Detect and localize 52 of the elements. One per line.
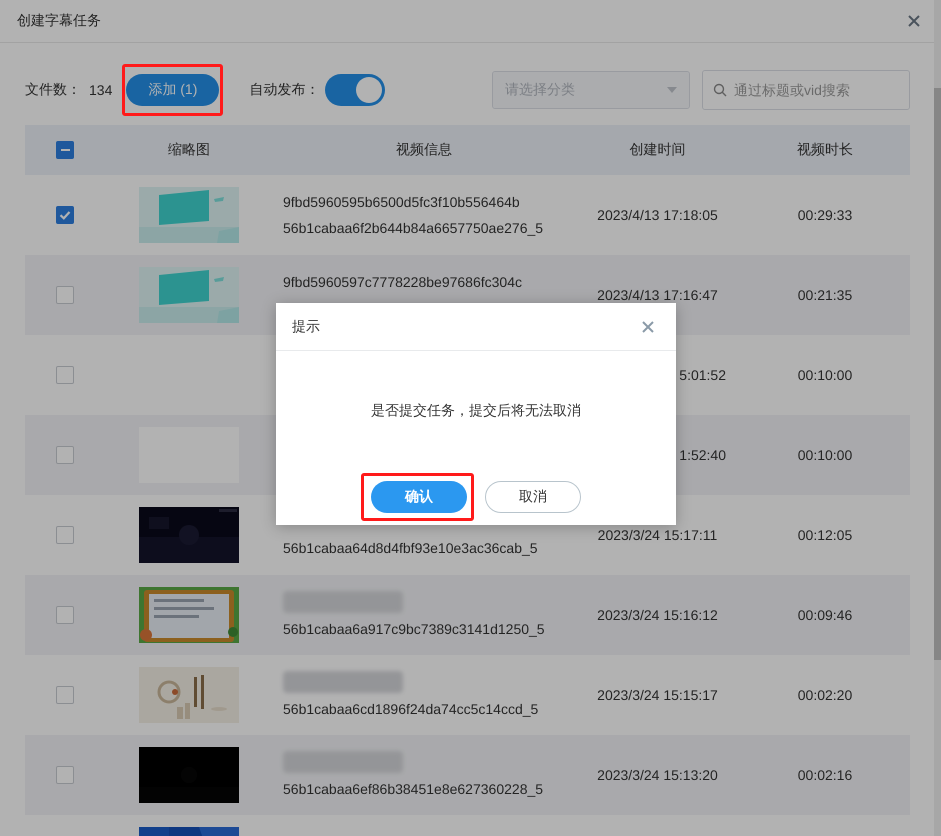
row-checkbox[interactable] xyxy=(56,606,74,624)
created-time: 1:52:40 xyxy=(679,447,726,463)
video-id: 9fbd5960597c7778228be97686fc304c xyxy=(283,273,522,292)
video-name: 56b1cabaa6f2b644b84a6657750ae276_5 xyxy=(283,219,544,238)
window-title: 创建字幕任务 xyxy=(17,12,101,30)
row-checkbox[interactable] xyxy=(56,766,74,784)
video-duration: 00:09:46 xyxy=(798,607,852,623)
created-time: 2023/3/24 15:16:12 xyxy=(597,607,718,623)
video-name: 56b1cabaa6ef86b38451e8e627360228_5 xyxy=(283,780,544,799)
video-duration: 00:12:05 xyxy=(798,527,852,543)
minus-icon xyxy=(60,149,70,151)
dialog-message: 是否提交任务，提交后将无法取消 xyxy=(371,402,581,420)
search-field[interactable]: 通过标题或vid搜索 xyxy=(702,70,910,110)
video-duration: 00:02:16 xyxy=(798,767,852,783)
created-time: 2023/3/24 15:17:11 xyxy=(598,527,718,543)
row-checkbox[interactable] xyxy=(56,686,74,704)
close-icon[interactable] xyxy=(642,320,654,332)
add-button[interactable]: 添加 (1) xyxy=(126,74,220,106)
row-checkbox[interactable] xyxy=(56,366,74,384)
row-checkbox[interactable] xyxy=(56,446,74,464)
video-duration: 00:21:35 xyxy=(798,287,852,303)
video-duration: 00:29:33 xyxy=(798,207,852,223)
created-time: 2023/3/24 15:13:20 xyxy=(597,767,718,783)
created-time: 2023/4/13 17:16:47 xyxy=(597,287,718,303)
auto-publish-label: 自动发布： xyxy=(249,81,320,99)
video-name: 56b1cabaa6a917c9bc7389c3141d1250_5 xyxy=(283,620,545,639)
select-all-checkbox[interactable] xyxy=(56,141,74,159)
column-header: 创建时间 xyxy=(630,141,686,159)
caret-icon xyxy=(667,87,677,93)
row-checkbox[interactable] xyxy=(56,206,74,224)
created-time: 2023/4/13 17:18:05 xyxy=(597,207,718,223)
video-name: 56b1cabaa64d8d4fbf93e10e3ac36cab_5 xyxy=(283,539,538,558)
row-checkbox[interactable] xyxy=(56,286,74,304)
column-header: 视频信息 xyxy=(396,141,452,159)
file-count-label: 文件数： xyxy=(25,81,81,99)
column-header: 缩略图 xyxy=(168,141,210,159)
scrollbar-thumb[interactable] xyxy=(934,88,941,660)
cancel-button[interactable]: 取消 xyxy=(485,481,581,513)
confirm-button[interactable]: 确认 xyxy=(371,481,467,513)
close-icon[interactable] xyxy=(908,15,920,27)
video-duration: 00:10:00 xyxy=(798,447,852,463)
dialog-title: 提示 xyxy=(292,318,320,336)
video-duration: 00:10:00 xyxy=(798,367,852,383)
created-time: 5:01:52 xyxy=(679,367,726,383)
column-header: 视频时长 xyxy=(797,141,853,159)
file-count: 134 xyxy=(89,82,112,98)
video-duration: 00:02:20 xyxy=(798,687,852,703)
toggle-switch[interactable] xyxy=(325,74,386,106)
video-id: 9fbd5960595b6500d5fc3f10b556464b xyxy=(283,193,520,212)
video-name: 56b1cabaa6cd1896f24da74cc5c14ccd_5 xyxy=(283,700,538,719)
row-checkbox[interactable] xyxy=(56,526,74,544)
created-time: 2023/3/24 15:15:17 xyxy=(597,687,718,703)
